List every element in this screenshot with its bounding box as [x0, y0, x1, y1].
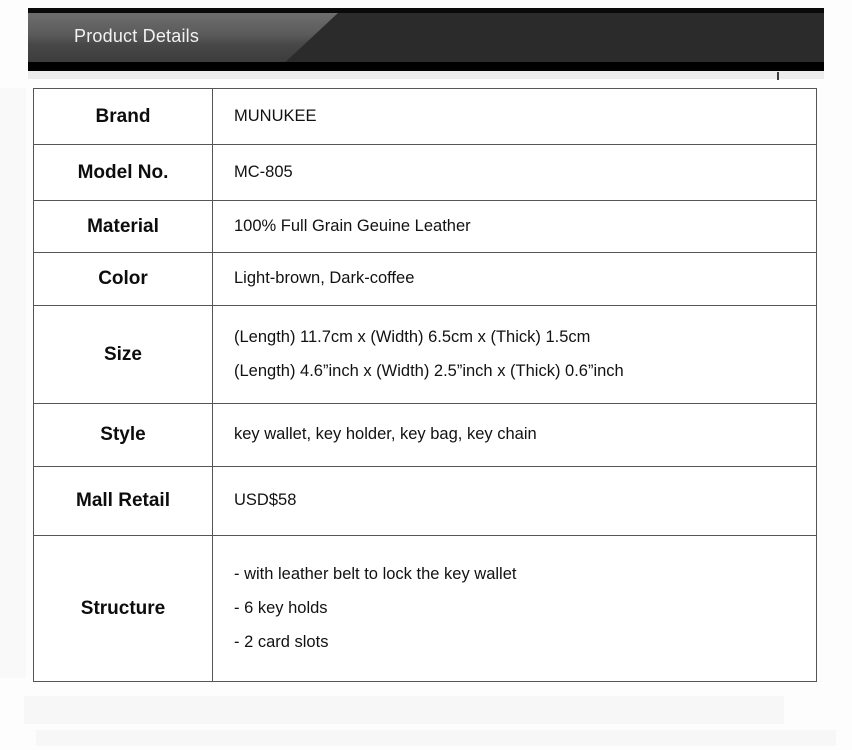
spec-value-line: Light-brown, Dark-coffee	[234, 269, 415, 288]
spec-label-cell: Mall Retail	[33, 466, 213, 536]
spec-value-line: key wallet, key holder, key bag, key cha…	[234, 425, 537, 444]
spec-value-line: (Length) 11.7cm x (Width) 6.5cm x (Thick…	[234, 327, 591, 346]
spec-label-cell: Size	[33, 305, 213, 404]
spec-value-line: - 2 card slots	[234, 633, 329, 652]
spec-value-cell: USD$58	[212, 466, 817, 536]
banner-top-line	[28, 8, 824, 13]
spec-value-cell: - with leather belt to lock the key wall…	[212, 535, 817, 682]
table-row: Model No. MC-805	[33, 144, 817, 201]
banner-black-bar	[28, 62, 824, 71]
table-row: Size (Length) 11.7cm x (Width) 6.5cm x (T…	[33, 305, 817, 404]
spec-table-body: Brand MUNUKEE Model No. MC-805 Material 100% …	[33, 88, 817, 682]
page-title: Product Details	[74, 26, 200, 46]
spec-value-line: 100% Full Grain Geuine Leather	[234, 216, 471, 235]
spec-value-line: MUNUKEE	[234, 106, 317, 125]
spec-label-cell: Structure	[33, 535, 213, 682]
spec-label-cell: Color	[33, 252, 213, 306]
spec-value-cell: (Length) 11.7cm x (Width) 6.5cm x (Thick…	[212, 305, 817, 404]
spec-value-cell: MUNUKEE	[212, 88, 817, 145]
spec-value-line: USD$58	[234, 491, 297, 510]
spec-value-cell: key wallet, key holder, key bag, key cha…	[212, 403, 817, 467]
spec-label-cell: Model No.	[33, 144, 213, 201]
spec-label-cell: Material	[33, 200, 213, 253]
table-row: Color Light-brown, Dark-coffee	[33, 252, 817, 306]
product-specification-table: Brand MUNUKEE Model No. MC-805 Material 100% …	[33, 88, 817, 682]
background-artifact-bottom	[36, 730, 836, 746]
spec-value-cell: MC-805	[212, 144, 817, 201]
spec-value-cell: 100% Full Grain Geuine Leather	[212, 200, 817, 253]
spec-value-cell: Light-brown, Dark-coffee	[212, 252, 817, 306]
spec-value-line: - 6 key holds	[234, 598, 328, 617]
product-details-banner: Product Details	[28, 8, 824, 70]
tick-mark	[777, 72, 779, 80]
banner-gray-strip	[28, 71, 824, 79]
spec-value-line: - with leather belt to lock the key wall…	[234, 564, 517, 583]
table-row: Material 100% Full Grain Geuine Leather	[33, 200, 817, 253]
spec-value-line: MC-805	[234, 162, 293, 181]
spec-label-cell: Style	[33, 403, 213, 467]
spec-label-cell: Brand	[33, 88, 213, 145]
spec-value-line: (Length) 4.6”inch x (Width) 2.5”inch x (…	[234, 362, 624, 380]
table-row: Mall Retail USD$58	[33, 466, 817, 536]
background-artifact-lower	[24, 696, 784, 724]
table-row: Structure - with leather belt to lock the…	[33, 535, 817, 682]
background-artifact-left	[0, 88, 26, 678]
table-row: Brand MUNUKEE	[33, 88, 817, 145]
table-row: Style key wallet, key holder, key bag, ke…	[33, 403, 817, 467]
